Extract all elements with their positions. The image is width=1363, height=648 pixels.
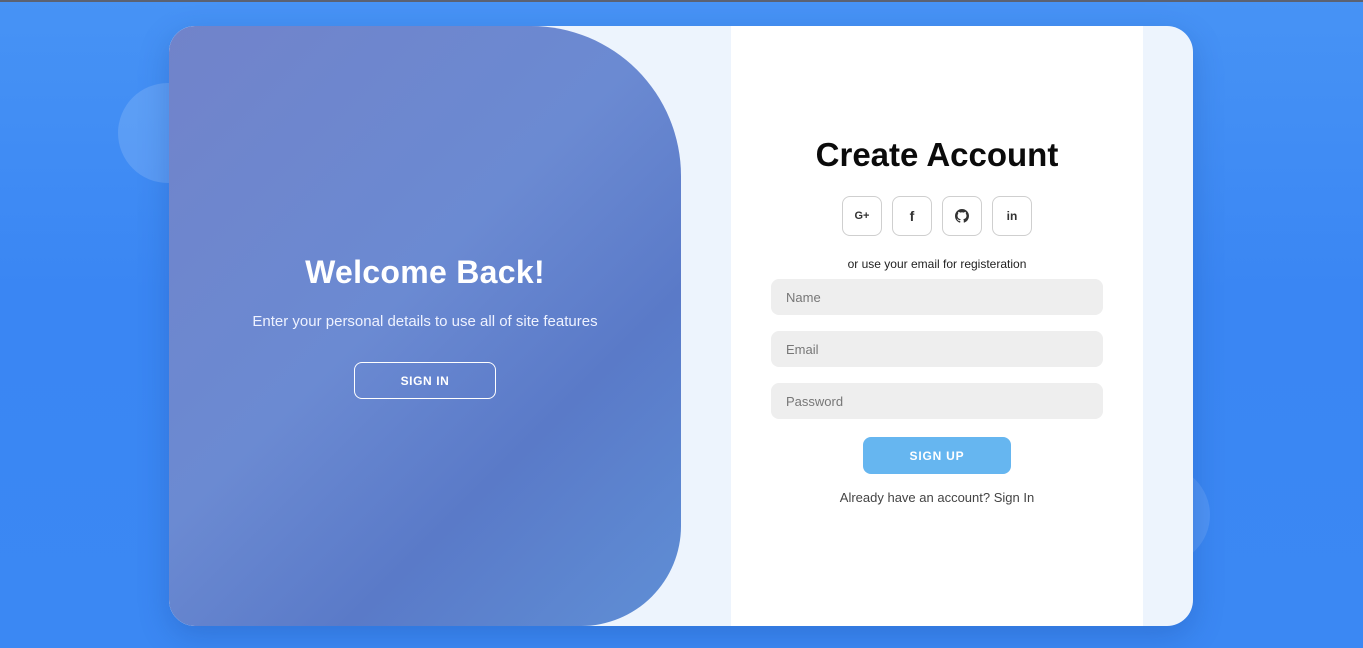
signin-button[interactable]: SIGN IN [354,362,496,399]
linkedin-icon[interactable]: in [992,196,1032,236]
facebook-icon[interactable]: f [892,196,932,236]
auth-card: Create Account G+ f in or use your email… [169,26,1193,626]
top-border [0,0,1363,2]
github-icon[interactable] [942,196,982,236]
github-glyph [955,209,969,223]
signin-prompt-text: Already have an account? [839,490,991,505]
linkedin-label: in [1006,209,1018,223]
signin-prompt: Already have an account? Sign In [731,490,1143,505]
google-plus-icon[interactable]: G+ [842,196,882,236]
form-title: Create Account [815,136,1059,173]
email-input[interactable] [771,331,1103,367]
signup-button[interactable]: SIGN UP [863,437,1011,474]
divider-text: or use your email for registeration [847,257,1027,271]
facebook-label: f [909,208,915,224]
welcome-overlay: Welcome Back! Enter your personal detail… [169,26,681,626]
signup-form: Create Account G+ f in or use your email… [731,26,1143,626]
name-input[interactable] [771,279,1103,315]
password-input[interactable] [771,383,1103,419]
welcome-subtitle: Enter your personal details to use all o… [252,313,598,330]
social-login-group: G+ f in [842,196,1032,236]
signin-link[interactable]: Sign In [994,490,1034,505]
google-plus-label: G+ [854,210,870,222]
welcome-title: Welcome Back! [305,254,545,290]
